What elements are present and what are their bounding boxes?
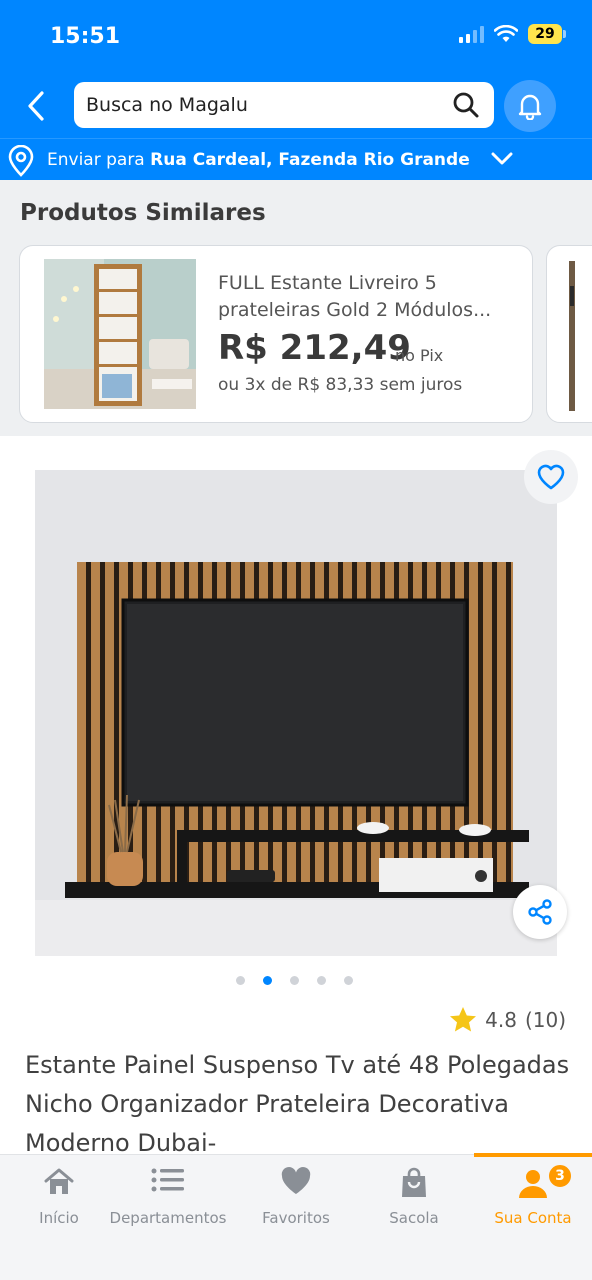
nav-item-sacola[interactable]: Sacola [355, 1155, 473, 1255]
bottom-navigation: Início Departamentos Favoritos Sacola 3 … [0, 1153, 592, 1280]
similar-product-name: FULL Estante Livreiro 5 prateleiras Gold… [218, 272, 492, 321]
price-note: no Pix [395, 346, 444, 365]
location-pin-icon [8, 145, 34, 177]
product-thumbnail [44, 259, 196, 409]
nav-item-inicio[interactable]: Início [0, 1155, 118, 1255]
product-title: Estante Painel Suspenso Tv até 48 Polega… [25, 1051, 570, 1157]
cellular-signal-icon [459, 25, 484, 43]
share-icon [528, 899, 552, 925]
nav-label: Sua Conta [494, 1209, 572, 1227]
rating-value: 4.8 [485, 1007, 517, 1032]
notifications-button[interactable] [504, 80, 556, 132]
favorite-button[interactable] [524, 450, 578, 504]
product-main-image[interactable] [35, 470, 557, 956]
nav-item-sua-conta[interactable]: 3 Sua Conta [474, 1155, 592, 1255]
bell-icon [518, 94, 542, 120]
product-rating[interactable]: 4.8 (10) [449, 1006, 566, 1033]
back-button[interactable] [14, 84, 58, 128]
notification-badge: 3 [547, 1163, 573, 1189]
nav-item-departamentos[interactable]: Departamentos [109, 1155, 227, 1255]
address-location: Rua Cardeal, Fazenda Rio Grande [150, 150, 470, 170]
status-time: 15:51 [50, 24, 121, 49]
similar-product-price: R$ 212,49 [218, 328, 411, 368]
heart-icon [281, 1167, 311, 1194]
user-icon [519, 1170, 547, 1198]
similar-products-section: Produtos Similares FULL Estante Livreiro… [0, 180, 592, 436]
heart-outline-icon [537, 464, 565, 490]
carousel-dot[interactable] [344, 976, 353, 985]
address-prefix: Enviar para [47, 150, 145, 170]
bag-icon [402, 1167, 426, 1197]
rating-count: (10) [524, 1007, 566, 1032]
carousel-dot[interactable] [236, 976, 245, 985]
installments-text: ou 3x de R$ 83,33 sem juros [218, 375, 463, 395]
address-text: Enviar para Rua Cardeal, Fazenda Rio Gra… [47, 150, 470, 170]
carousel-dot[interactable] [317, 976, 326, 985]
battery-icon: 29 [528, 24, 566, 44]
carousel-dot-active[interactable] [263, 976, 272, 985]
search-placeholder: Busca no Magalu [86, 94, 248, 116]
wifi-icon [494, 25, 518, 42]
chevron-down-icon [491, 152, 513, 165]
nav-label: Sacola [389, 1209, 439, 1227]
share-button[interactable] [513, 885, 567, 939]
nav-label: Início [39, 1209, 79, 1227]
search-input[interactable]: Busca no Magalu [74, 82, 494, 128]
similar-product-card-next[interactable] [546, 245, 592, 423]
home-icon [44, 1168, 74, 1194]
similar-product-card[interactable]: FULL Estante Livreiro 5 prateleiras Gold… [19, 245, 533, 423]
search-icon[interactable] [452, 91, 480, 119]
chevron-left-icon [28, 91, 44, 121]
image-carousel-indicator [236, 976, 353, 985]
star-icon [450, 1007, 477, 1032]
nav-label: Favoritos [262, 1209, 330, 1227]
nav-item-favoritos[interactable]: Favoritos [237, 1155, 355, 1255]
carousel-dot[interactable] [290, 976, 299, 985]
delivery-address-bar[interactable]: Enviar para Rua Cardeal, Fazenda Rio Gra… [0, 138, 592, 180]
section-title: Produtos Similares [20, 200, 266, 226]
nav-label: Departamentos [109, 1209, 227, 1227]
list-icon [151, 1168, 184, 1192]
battery-level: 29 [528, 24, 562, 44]
status-icons: 29 [459, 24, 566, 44]
